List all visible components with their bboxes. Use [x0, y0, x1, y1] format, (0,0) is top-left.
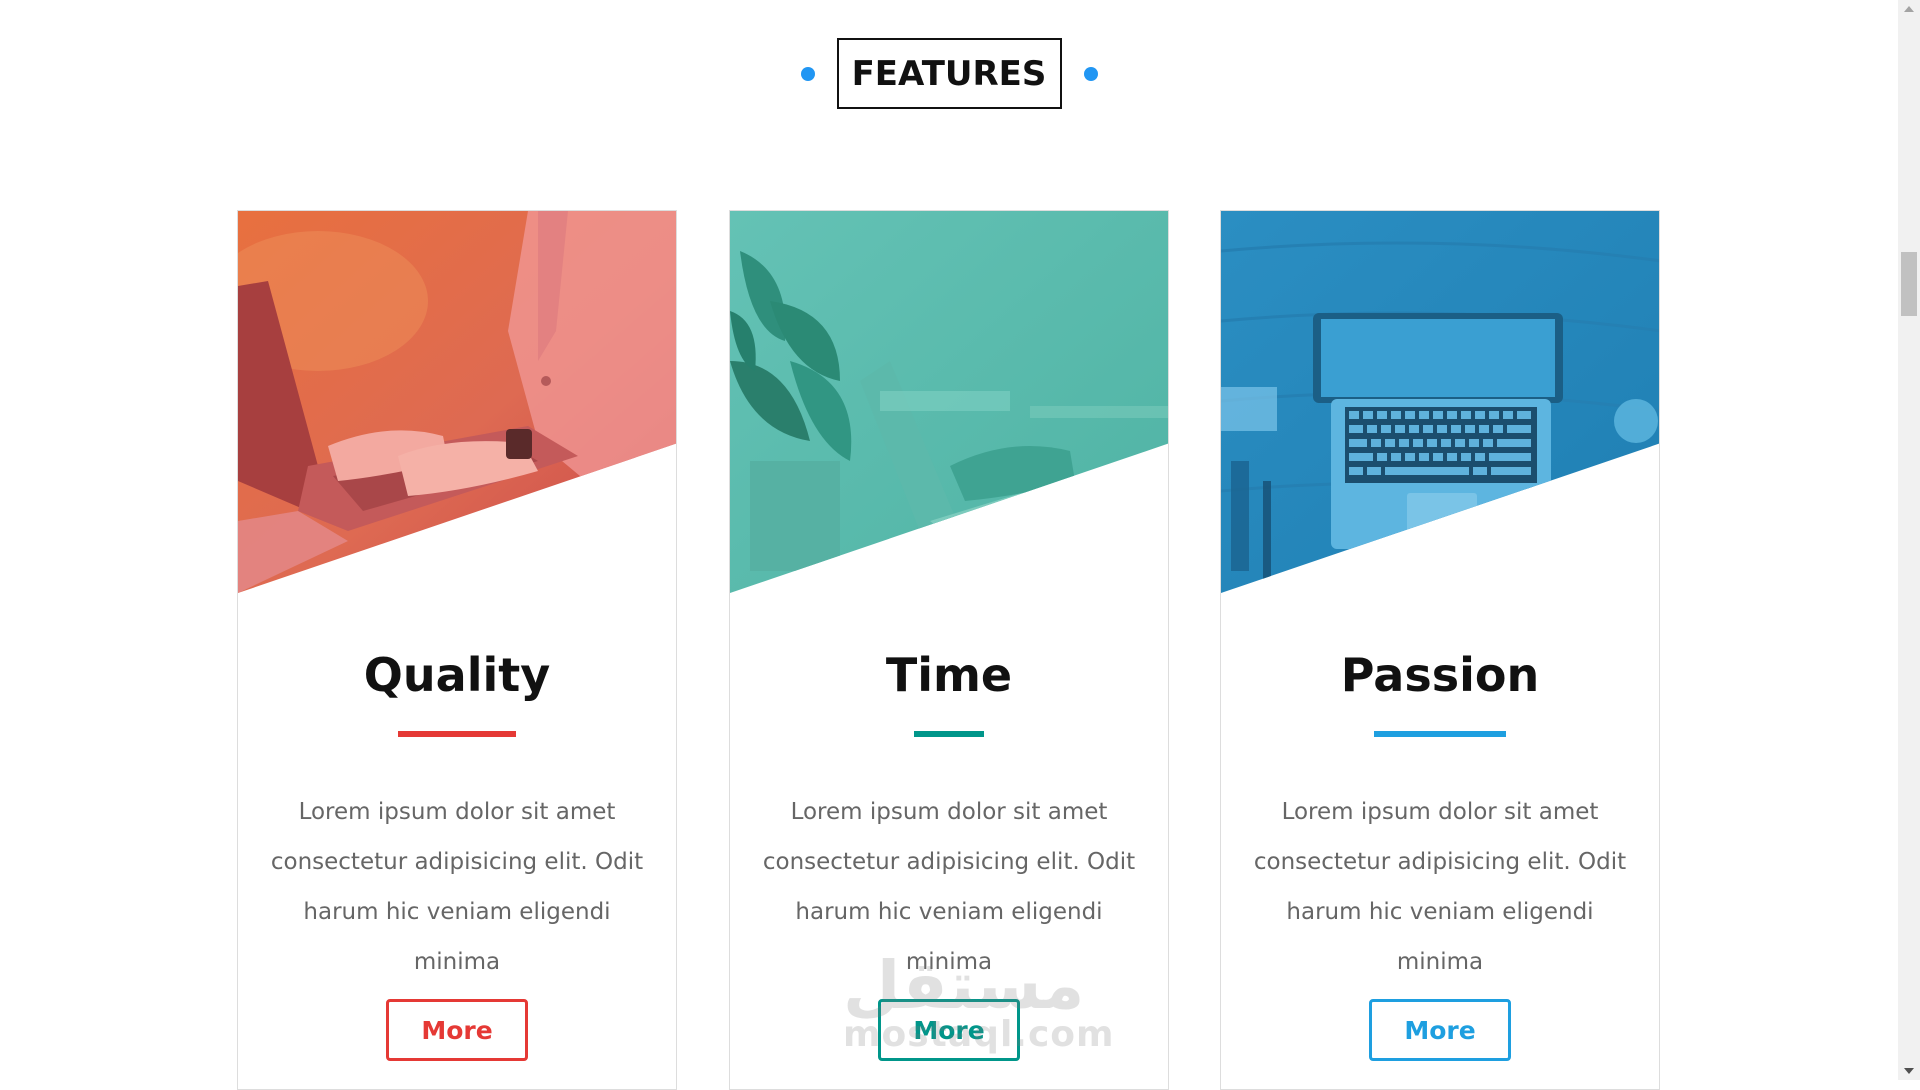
card-title: Quality [363, 648, 551, 702]
card-description: Lorem ipsum dolor sit amet consectetur a… [270, 799, 644, 975]
laptop-photo-red-icon [238, 211, 676, 593]
more-button[interactable]: More [386, 999, 528, 1061]
laptop-photo-blue-icon [1221, 211, 1659, 593]
card-underline [398, 731, 516, 737]
scroll-down-arrow-icon[interactable] [1904, 1068, 1914, 1074]
features-heading: FEATURES [0, 38, 1898, 109]
card-image [238, 211, 676, 593]
card-underline [914, 731, 984, 737]
feature-card-time: Time Lorem ipsum dolor sit amet consecte… [729, 210, 1169, 1090]
heading-box: FEATURES [836, 38, 1062, 109]
scroll-up-arrow-icon[interactable] [1904, 6, 1914, 12]
card-image [1221, 211, 1659, 593]
card-description: Lorem ipsum dolor sit amet consectetur a… [1253, 799, 1627, 975]
more-button[interactable]: More [1369, 999, 1511, 1061]
heading-left-dot [800, 66, 815, 81]
laptop-photo-teal-icon [730, 211, 1168, 593]
card-description: Lorem ipsum dolor sit amet consectetur a… [762, 799, 1136, 975]
vertical-scrollbar[interactable] [1898, 0, 1920, 1080]
features-page: FEATURES Quality Lorem ipsum dolor sit a… [0, 0, 1898, 1090]
feature-card-passion: Passion Lorem ipsum dolor sit amet conse… [1220, 210, 1660, 1090]
card-underline [1374, 731, 1506, 737]
card-title: Time [885, 648, 1013, 702]
feature-card-quality: Quality Lorem ipsum dolor sit amet conse… [237, 210, 677, 1090]
more-button[interactable]: More [878, 999, 1020, 1061]
card-title: Passion [1340, 648, 1540, 702]
card-image [730, 211, 1168, 593]
section-title: FEATURES [851, 53, 1047, 94]
scroll-thumb[interactable] [1901, 252, 1917, 316]
heading-right-dot [1083, 66, 1098, 81]
